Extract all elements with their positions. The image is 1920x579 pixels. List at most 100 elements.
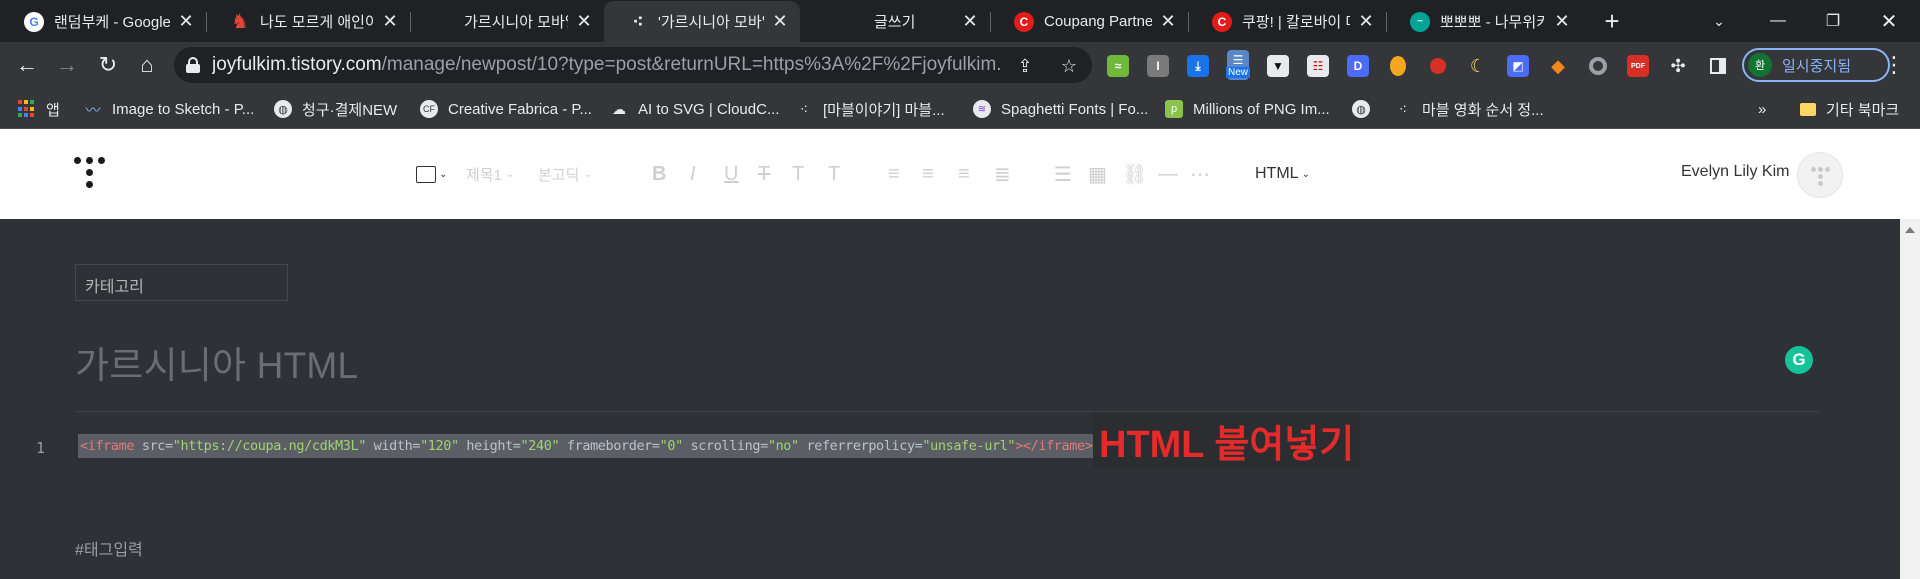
close-icon[interactable]: ✕ [1552, 11, 1572, 32]
list-icon[interactable]: ☰ [1054, 162, 1072, 186]
creative-fabrica-icon: CF [420, 100, 438, 118]
heading-select[interactable]: 제목1 ⌄ [466, 162, 514, 186]
metamask-icon[interactable]: ◆ [1547, 55, 1569, 77]
tab-title: 가르시니아 모바일 [464, 14, 568, 31]
side-panel-icon[interactable] [1707, 55, 1729, 77]
underline-icon[interactable]: U [724, 162, 738, 186]
tab-garcinia-mobile[interactable]: 가르시니아 모바일 ✕ [410, 1, 604, 42]
align-right-icon[interactable]: ≡ [958, 162, 970, 186]
tab-search-icon[interactable]: ⌄ [1696, 0, 1742, 42]
bookmark-creative-fabrica[interactable]: CF Creative Fabrica - P... [420, 97, 592, 121]
browser-toolbar: ← → ↻ ⌂ joyfulkim.tistory.com/manage/new… [0, 42, 1920, 89]
bookmark-spaghetti-fonts[interactable]: ≋ Spaghetti Fonts | Fo... [973, 97, 1148, 121]
bookmark-cloudconvert[interactable]: ☁ AI to SVG | CloudC... [610, 97, 779, 121]
url-text[interactable]: joyfulkim.tistory.com/manage/newpost/10?… [212, 54, 1002, 76]
bookmark-star-icon[interactable]: ☆ [1058, 55, 1080, 77]
pdf-extension-icon[interactable]: PDF [1627, 55, 1649, 77]
avatar[interactable] [1797, 152, 1843, 198]
tistory-logo-icon[interactable] [74, 157, 106, 191]
tab-coupang-calobai[interactable]: C 쿠팡! | 칼로바이 다 ✕ [1188, 1, 1386, 42]
editor-mode-select[interactable]: HTML ⌄ [1255, 162, 1310, 186]
tag-input[interactable]: #태그입력 [75, 536, 143, 560]
bookmark-label: 기타 북마크 [1826, 101, 1900, 119]
lock-icon[interactable] [186, 57, 200, 73]
table-icon[interactable]: ▦ [1088, 162, 1107, 186]
strikethrough-icon[interactable]: T [758, 162, 770, 186]
close-window-button[interactable]: ✕ [1866, 0, 1912, 42]
text-color-icon[interactable]: T [792, 162, 804, 186]
download-extension-icon[interactable]: ⤓ [1187, 55, 1209, 77]
forward-button[interactable]: → [52, 50, 82, 80]
scroll-up-icon[interactable] [1905, 227, 1915, 233]
divider-icon[interactable]: — [1158, 162, 1178, 186]
image-insert-button[interactable]: ⌄ [416, 162, 447, 186]
align-justify-icon[interactable]: ≣ [994, 162, 1011, 186]
tab-title: 나도 모르게 애인이 [260, 14, 374, 31]
tab-red-figure[interactable]: ♞ 나도 모르게 애인이 ✕ [206, 1, 410, 42]
background-color-icon[interactable]: T [828, 162, 840, 186]
extension-icon[interactable] [1587, 55, 1609, 77]
extension-icon[interactable]: I [1147, 55, 1169, 77]
close-icon[interactable]: ✕ [176, 11, 196, 32]
grammarly-icon[interactable]: G [1785, 346, 1813, 374]
moon-extension-icon[interactable]: ☾ [1467, 55, 1489, 77]
other-bookmarks-folder[interactable]: 기타 북마크 [1800, 97, 1899, 121]
more-icon[interactable]: ⋯ [1190, 162, 1210, 186]
align-center-icon[interactable]: ≡ [922, 162, 934, 186]
align-left-icon[interactable]: ≡ [888, 162, 900, 186]
new-badge-extension-icon[interactable]: ☰ New [1226, 50, 1251, 80]
extension-icon[interactable] [1387, 55, 1409, 77]
back-button[interactable]: ← [12, 50, 42, 80]
vertical-scrollbar[interactable] [1900, 219, 1920, 579]
extension-d-icon[interactable]: D [1347, 55, 1369, 77]
extension-icon[interactable]: ≈ [1107, 55, 1129, 77]
bookmark-billing[interactable]: ◍ 청구·결제NEW [274, 97, 397, 121]
extension-icon[interactable]: ☷ [1307, 55, 1329, 77]
tab-write[interactable]: 글쓰기 ✕ [800, 1, 990, 42]
chevron-down-icon: ⌄ [439, 168, 448, 180]
tab-coupang-partners[interactable]: C Coupang Partners ✕ [990, 1, 1188, 42]
link-icon[interactable]: ⛓ [1122, 162, 1147, 186]
html-code-line[interactable]: <iframe src="https://coupa.ng/cdkM3L" wi… [78, 434, 1095, 458]
extension-icon[interactable] [1427, 55, 1449, 77]
share-icon[interactable]: ⇪ [1014, 55, 1036, 77]
puzzle-icon[interactable]: ✣ [1667, 55, 1689, 77]
font-select[interactable]: 본고딕 ⌄ [538, 162, 592, 186]
bookmark-png-images[interactable]: p Millions of PNG Im... [1165, 97, 1330, 121]
bookmark-globe[interactable]: ◍ [1352, 97, 1380, 121]
coupang-c-icon: C [1212, 11, 1232, 32]
bookmark-image-to-sketch[interactable]: 〰 Image to Sketch - P... [84, 97, 254, 121]
minimize-button[interactable]: — [1755, 0, 1801, 42]
extension-icon[interactable]: ▼ [1267, 55, 1289, 77]
bookmark-marvel-story[interactable]: ⁖ [마블이야기] 마블... [795, 97, 945, 121]
italic-icon[interactable]: I [690, 162, 696, 186]
bookmark-apps[interactable]: 앱 [18, 97, 60, 121]
profile-button[interactable]: 환 일시중지됨 [1742, 48, 1890, 82]
post-title-input[interactable]: 가르시니아 HTML [75, 335, 358, 389]
extension-icon[interactable]: ◩ [1507, 55, 1529, 77]
tab-namuwiki[interactable]: ~ 뽀뽀뽀 - 나무위키 ✕ [1386, 1, 1582, 42]
coupang-c-icon: C [1014, 11, 1034, 32]
google-g-icon: G [24, 11, 44, 32]
home-button[interactable]: ⌂ [132, 50, 162, 80]
close-icon[interactable]: ✕ [574, 11, 594, 32]
kebab-menu-icon[interactable]: ⋮ [1883, 54, 1905, 76]
bookmark-marvel-order[interactable]: ⁖ 마블 영화 순서 정... [1394, 97, 1544, 121]
close-icon[interactable]: ✕ [380, 11, 400, 32]
bold-icon[interactable]: B [652, 162, 666, 186]
restore-button[interactable]: ❐ [1810, 0, 1856, 42]
close-icon[interactable]: ✕ [1356, 11, 1376, 32]
close-icon[interactable]: ✕ [770, 11, 790, 32]
tab-garcinia-active[interactable]: ⁖ '가르시니아 모바일 ✕ [604, 1, 800, 42]
reload-button[interactable]: ↻ [93, 50, 123, 80]
close-icon[interactable]: ✕ [1158, 11, 1178, 32]
new-tab-button[interactable]: + [1598, 7, 1626, 35]
tab-title: 쿠팡! | 칼로바이 다 [1242, 14, 1350, 31]
bookmarks-overflow-button[interactable]: » [1758, 97, 1766, 121]
tistory-icon: ⁖ [1398, 100, 1408, 117]
tab-google[interactable]: G 랜덤부케 - Google ✕ [0, 1, 206, 42]
category-select[interactable]: 카테고리 [75, 264, 288, 301]
address-bar[interactable]: joyfulkim.tistory.com/manage/newpost/10?… [174, 47, 1092, 83]
close-icon[interactable]: ✕ [960, 11, 980, 32]
bookmark-label: 마블 영화 순서 정... [1422, 101, 1544, 119]
